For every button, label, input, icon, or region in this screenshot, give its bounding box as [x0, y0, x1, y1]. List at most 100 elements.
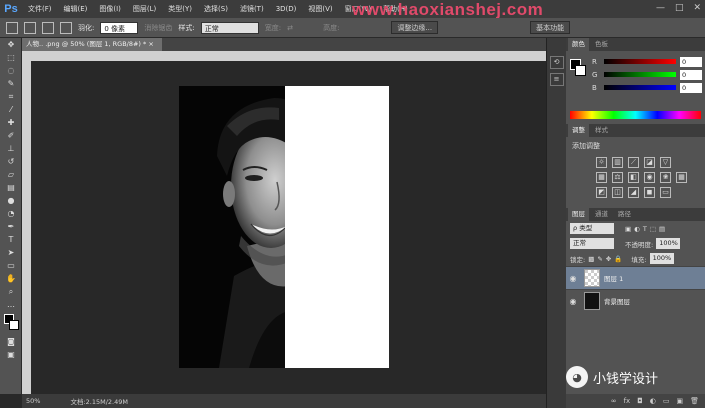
hue-saturation-icon[interactable]: ▦	[596, 172, 607, 183]
filter-type-icon[interactable]: T	[643, 225, 647, 233]
tab-layers[interactable]: 图层	[568, 208, 589, 221]
color-lookup-icon[interactable]: ▦	[676, 172, 687, 183]
layer-mask-icon[interactable]: ◘	[637, 397, 643, 405]
stamp-tool-icon[interactable]: ⊥	[0, 142, 22, 155]
intersect-selection-icon[interactable]	[60, 21, 72, 34]
filter-shape-icon[interactable]: ⬚	[650, 225, 656, 233]
style-select[interactable]: 正常	[200, 21, 259, 34]
menu-3d[interactable]: 3D(D)	[270, 0, 303, 18]
minimize-icon[interactable]: —	[656, 3, 665, 13]
zoom-level[interactable]: 50%	[26, 397, 40, 405]
eraser-tool-icon[interactable]: ▱	[0, 168, 22, 181]
add-selection-icon[interactable]	[42, 21, 54, 34]
layer-filter-select[interactable]: ρ 类型	[570, 223, 614, 234]
menu-type[interactable]: 类型(Y)	[162, 0, 198, 18]
posterize-icon[interactable]: ◫	[612, 187, 623, 198]
tab-channels[interactable]: 通道	[591, 208, 612, 221]
tab-paths[interactable]: 路径	[614, 208, 635, 221]
layer-row-layer1[interactable]: ◉ 图层 1	[566, 266, 705, 289]
lock-transparent-icon[interactable]: ▩	[588, 255, 594, 263]
curves-icon[interactable]: ⟋	[628, 157, 639, 168]
marquee-tool-icon[interactable]: ⬚	[0, 51, 22, 64]
maximize-icon[interactable]: □	[675, 3, 684, 13]
g-value-input[interactable]: 0	[680, 69, 702, 80]
tab-styles[interactable]: 样式	[591, 124, 612, 137]
move-tool-icon[interactable]: ✥	[0, 38, 22, 51]
opacity-input[interactable]: 100%	[656, 238, 681, 249]
g-slider[interactable]	[604, 72, 676, 77]
quick-select-tool-icon[interactable]: ✎	[0, 77, 22, 90]
antialias-checkbox[interactable]: 消除锯齿	[144, 23, 172, 33]
adjustment-layer-icon[interactable]: ◐	[650, 397, 656, 405]
tab-color[interactable]: 颜色	[568, 38, 589, 51]
lock-move-icon[interactable]: ✥	[606, 255, 611, 263]
menu-select[interactable]: 选择(S)	[198, 0, 234, 18]
r-value-input[interactable]: 0	[680, 56, 702, 67]
pen-tool-icon[interactable]: ✒	[0, 220, 22, 233]
exposure-icon[interactable]: ◪	[644, 157, 655, 168]
lock-paint-icon[interactable]: ✎	[597, 255, 602, 263]
gradient-tool-icon[interactable]: ▤	[0, 181, 22, 194]
properties-panel-icon[interactable]: ≡	[549, 73, 564, 86]
filter-adjust-icon[interactable]: ◐	[634, 225, 640, 233]
tab-swatches[interactable]: 色板	[591, 38, 612, 51]
zoom-tool-icon[interactable]: ⌕	[0, 285, 22, 298]
filter-pixel-icon[interactable]: ▣	[625, 225, 631, 233]
levels-icon[interactable]: ▥	[612, 157, 623, 168]
refine-edge-button[interactable]: 调整边缘...	[391, 21, 439, 34]
path-select-tool-icon[interactable]: ➤	[0, 246, 22, 259]
black-white-icon[interactable]: ◧	[628, 172, 639, 183]
blend-mode-select[interactable]: 正常	[570, 238, 614, 249]
lasso-tool-icon[interactable]: ◌	[0, 64, 22, 77]
b-slider[interactable]	[604, 85, 676, 90]
more-tools-icon[interactable]: …	[0, 298, 22, 311]
menu-view[interactable]: 视图(V)	[302, 0, 338, 18]
dodge-tool-icon[interactable]: ◔	[0, 207, 22, 220]
r-slider[interactable]	[604, 59, 676, 64]
crop-tool-icon[interactable]: ⌗	[0, 90, 22, 103]
new-selection-icon[interactable]	[24, 21, 36, 34]
visibility-eye-icon[interactable]: ◉	[566, 274, 580, 283]
channel-mixer-icon[interactable]: ❀	[660, 172, 671, 183]
menu-image[interactable]: 图像(I)	[93, 0, 127, 18]
close-icon[interactable]: ✕	[693, 3, 701, 13]
screen-mode-icon[interactable]: ▣	[0, 348, 22, 361]
visibility-eye-icon[interactable]: ◉	[566, 297, 580, 306]
tab-adjustments[interactable]: 调整	[568, 124, 589, 137]
background-swatch[interactable]	[9, 320, 19, 330]
group-icon[interactable]: ▭	[663, 397, 670, 405]
layer-row-background[interactable]: ◉ 背景图层	[566, 289, 705, 312]
healing-tool-icon[interactable]: ✚	[0, 116, 22, 129]
type-tool-icon[interactable]: T	[0, 233, 22, 246]
color-spectrum-bar[interactable]	[570, 111, 701, 119]
selective-color-icon[interactable]: ◼	[644, 187, 655, 198]
lock-all-icon[interactable]: 🔒	[614, 255, 622, 263]
vibrance-icon[interactable]: ▽	[660, 157, 671, 168]
workspace-select[interactable]: 基本功能	[530, 21, 571, 34]
swap-icon[interactable]: ⇄	[287, 24, 317, 32]
history-panel-icon[interactable]: ⟲	[549, 56, 564, 69]
hand-tool-icon[interactable]: ✋	[0, 272, 22, 285]
blur-tool-icon[interactable]: ●	[0, 194, 22, 207]
history-brush-tool-icon[interactable]: ↺	[0, 155, 22, 168]
threshold-icon[interactable]: ◢	[628, 187, 639, 198]
menu-filter[interactable]: 滤镜(T)	[234, 0, 270, 18]
brightness-icon[interactable]: ☼	[596, 157, 607, 168]
feather-input[interactable]: 0 像素	[100, 21, 139, 34]
link-layers-icon[interactable]: ∞	[611, 397, 617, 405]
menu-layer[interactable]: 图层(L)	[127, 0, 162, 18]
menu-edit[interactable]: 编辑(E)	[58, 0, 94, 18]
background-color-chip[interactable]	[575, 65, 586, 76]
document-tab[interactable]: 人物.. .png @ 50% (图层 1, RGB/8#) * ×	[22, 38, 162, 51]
b-value-input[interactable]: 0	[680, 82, 702, 93]
filter-smart-icon[interactable]: ▤	[659, 225, 665, 233]
color-balance-icon[interactable]: ⚖	[612, 172, 623, 183]
eyedropper-tool-icon[interactable]: ⁄	[0, 103, 22, 116]
layer-style-icon[interactable]: fx	[624, 397, 631, 405]
gradient-map-icon[interactable]: ▭	[660, 187, 671, 198]
quick-mask-icon[interactable]: ◙	[0, 335, 22, 348]
foreground-background-color[interactable]	[0, 311, 22, 335]
delete-layer-icon[interactable]: 🗑	[690, 397, 699, 405]
fill-input[interactable]: 100%	[649, 253, 674, 264]
photo-filter-icon[interactable]: ◉	[644, 172, 655, 183]
